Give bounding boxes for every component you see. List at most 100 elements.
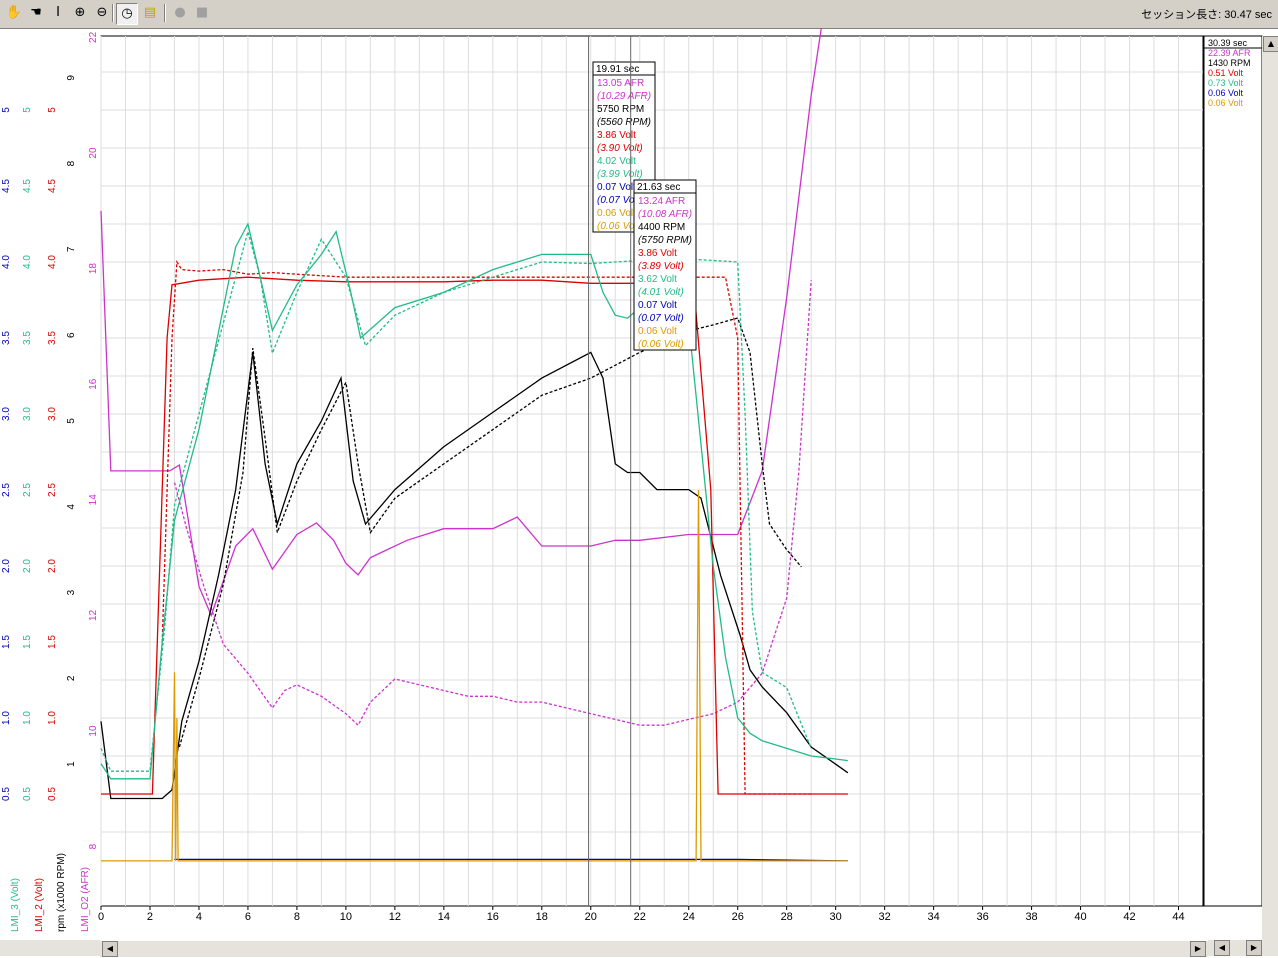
cursor-readout-box[interactable]: 21.63 sec 13.24 AFR (10.08 AFR) 4400 RPM (57…: [633, 179, 697, 351]
y-tick-label: 2.5: [1, 483, 12, 497]
x-tick-label: 12: [389, 911, 401, 923]
cursor-value: 4400 RPM: [638, 222, 685, 233]
stop-icon[interactable]: ■: [192, 3, 212, 23]
y-tick-label: 2.0: [1, 559, 12, 573]
cursor-value: 0.06 Volt: [638, 326, 677, 337]
x-tick-label: 0: [98, 911, 104, 923]
x-tick-label: 34: [927, 911, 939, 923]
x-tick-label: 14: [438, 911, 450, 923]
y-tick-label: 2.5: [47, 483, 58, 497]
y-tick-label: 4: [66, 504, 77, 510]
scroll-up-button[interactable]: ▲: [1263, 36, 1278, 52]
y-tick-label: 1.0: [22, 711, 33, 725]
axis-scroll-pane: [0, 940, 100, 956]
cursor-time-label: 19.91 sec: [596, 64, 639, 75]
axis-title: LMI_O2 (AFR): [80, 867, 91, 932]
zoom-out-icon[interactable]: ⊖: [92, 3, 112, 23]
x-tick-label: 6: [245, 911, 251, 923]
y-tick-label: 1.0: [47, 711, 58, 725]
y-tick-label: 4.5: [22, 179, 33, 193]
y-tick-label: 16: [88, 378, 99, 390]
axis-title: rpm (x1000 RPM): [56, 853, 67, 932]
cursor-value: (5560 RPM): [597, 117, 651, 128]
y-tick-label: 5: [1, 107, 12, 113]
x-tick-label: 10: [340, 911, 352, 923]
x-tick-label: 36: [976, 911, 988, 923]
text-cursor-icon[interactable]: I: [48, 3, 68, 23]
cursor-value: (3.99 Volt): [597, 169, 643, 180]
cursor-value: 3.62 Volt: [638, 274, 677, 285]
toolbar: ✋ ☚ I ⊕ ⊖ ◷ ▤ ● ■ セッション長さ: 30.47 sec: [0, 0, 1278, 29]
axis-title: LMI_2 (Volt): [34, 878, 45, 932]
cursor-time-label: 21.63 sec: [637, 182, 680, 193]
log-chart[interactable]: 0 2 4 6 8 10 12 14 16 18 20 22 24 26 28 30 32 34 36 38 40 42 4…: [0, 13, 1278, 940]
cursor-value: 13.24 AFR: [638, 196, 685, 207]
cursor-value: (3.89 Volt): [638, 261, 684, 272]
readout-value: 0.51 Volt: [1208, 68, 1244, 78]
y-tick-label: 14: [88, 494, 99, 506]
readout-scroll-left-button[interactable]: ◀: [1214, 940, 1230, 956]
y-tick-label: 4.0: [47, 255, 58, 269]
y-tick-label: 4.0: [22, 255, 33, 269]
grab-icon[interactable]: ☚: [26, 3, 46, 23]
cursor-value: 5750 RPM: [597, 104, 644, 115]
cursor-value: 13.05 AFR: [597, 78, 644, 89]
y-tick-label: 3.0: [22, 407, 33, 421]
chart-area[interactable]: 0 2 4 6 8 10 12 14 16 18 20 22 24 26 28 30 32 34 36 38 40 42 4…: [0, 13, 1278, 940]
horizontal-scrollbar[interactable]: ◀ ▶: [100, 940, 1208, 957]
readout-value: 1430 RPM: [1208, 58, 1251, 68]
y-tick-label: 20: [88, 147, 99, 159]
y-tick-label: 1: [66, 761, 77, 767]
x-tick-label: 30: [830, 911, 842, 923]
y-tick-label: 0.5: [1, 787, 12, 801]
y-tick-label: 2.0: [22, 559, 33, 573]
y-tick-label: 2: [66, 675, 77, 681]
readout-value: 0.06 Volt: [1208, 98, 1244, 108]
gauge-icon[interactable]: ◷: [116, 3, 138, 25]
y-tick-label: 8: [66, 160, 77, 166]
y-tick-label: 0.5: [22, 787, 33, 801]
x-tick-label: 4: [196, 911, 202, 923]
cursor-value: 0.07 Volt: [638, 300, 677, 311]
scroll-left-button[interactable]: ◀: [102, 941, 118, 957]
toolbar-separator: [112, 4, 114, 22]
toolbar-separator: [164, 4, 166, 22]
cursor-value: (10.29 AFR): [597, 91, 651, 102]
readout-value: 0.73 Volt: [1208, 78, 1244, 88]
hand-icon[interactable]: ✋: [4, 3, 24, 23]
x-tick-label: 18: [536, 911, 548, 923]
y-tick-label: 3.0: [1, 407, 12, 421]
readout-value: 0.06 Volt: [1208, 88, 1244, 98]
scroll-right-button[interactable]: ▶: [1190, 941, 1206, 957]
y-tick-label: 7: [66, 246, 77, 252]
x-tick-label: 8: [294, 911, 300, 923]
cursor-value: (10.08 AFR): [638, 209, 692, 220]
x-tick-label: 24: [683, 911, 695, 923]
y-tick-label: 1.5: [47, 635, 58, 649]
y-tick-label: 0.5: [47, 787, 58, 801]
readout-scroll-right-button[interactable]: ▶: [1246, 940, 1262, 956]
y-tick-label: 4.0: [1, 255, 12, 269]
y-tick-label: 18: [88, 263, 99, 275]
cursor-value: (5750 RPM): [638, 235, 692, 246]
y-tick-label: 2.0: [47, 559, 58, 573]
cursor-value: 3.86 Volt: [638, 248, 677, 259]
y-tick-label: 4.5: [1, 179, 12, 193]
y-tick-label: 3.0: [47, 407, 58, 421]
y-tick-label: 1.5: [1, 635, 12, 649]
cursor-value: (4.01 Volt): [638, 287, 684, 298]
readout-scroll-pane[interactable]: ◀ ▶: [1208, 940, 1278, 956]
zoom-in-icon[interactable]: ⊕: [70, 3, 90, 23]
y-tick-label: 3.5: [1, 331, 12, 345]
note-icon[interactable]: ▤: [140, 3, 160, 23]
y-tick-label: 6: [66, 332, 77, 338]
y-tick-label: 2.5: [22, 483, 33, 497]
x-tick-label: 22: [634, 911, 646, 923]
y-tick-label: 5: [66, 418, 77, 424]
readout-value: 30.39 sec: [1208, 38, 1248, 48]
x-tick-label: 20: [585, 911, 597, 923]
y-tick-label: 3.5: [22, 331, 33, 345]
record-icon[interactable]: ●: [170, 3, 190, 23]
readout-panel: [1203, 35, 1263, 907]
vertical-scrollbar[interactable]: ▲: [1262, 36, 1278, 940]
